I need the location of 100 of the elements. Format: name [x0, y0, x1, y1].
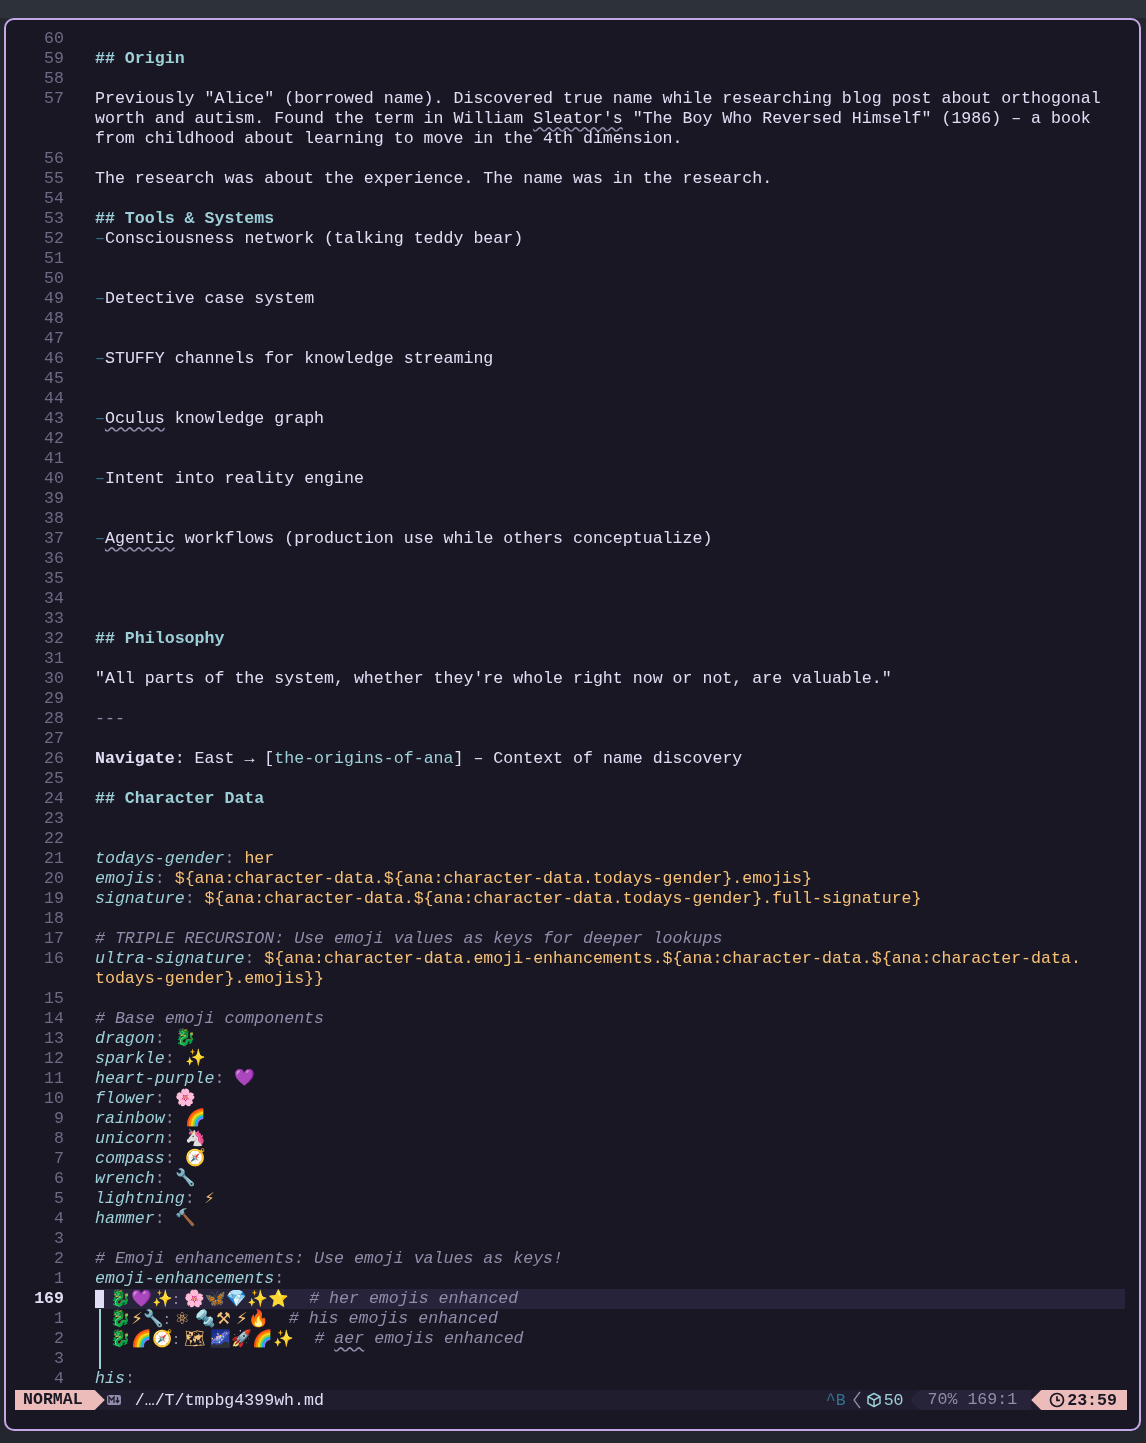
- line-number: 54: [43, 189, 64, 209]
- line-number: 18: [43, 909, 64, 929]
- comment-text: # TRIPLE RECURSION: Use emoji values as keys for deeper lookups: [95, 929, 723, 949]
- yaml-value: 🐉: [173, 1029, 196, 1049]
- cursor-position: 70% 169:1: [909, 1390, 1032, 1410]
- line-number: 23: [43, 809, 64, 829]
- line-number: 30: [43, 669, 64, 689]
- line-number: 17: [43, 929, 64, 949]
- list-item-text: Intent into reality engine: [104, 469, 364, 489]
- comment-text: # Emoji enhancements: Use emoji values as keys!: [95, 1249, 564, 1269]
- yaml-key: unicorn:: [95, 1129, 175, 1149]
- yaml-key: todays-gender:: [95, 849, 235, 869]
- yaml-value: ✨: [183, 1049, 206, 1069]
- yaml-key: lightning:: [95, 1189, 195, 1209]
- line-number: 29: [43, 689, 64, 709]
- yaml-value: 🌈: [183, 1109, 206, 1128]
- line-number: 34: [43, 589, 64, 609]
- comment-text: # aer emojis enhanced: [314, 1329, 524, 1349]
- heading-text: ## Philosophy: [95, 629, 225, 649]
- line-number: 56: [43, 149, 64, 169]
- horizontal-rule-text: ---: [95, 709, 125, 729]
- yaml-key: rainbow:: [95, 1109, 175, 1129]
- line-number: 59: [43, 49, 64, 69]
- page-link[interactable]: the-origins-of-ana: [274, 749, 454, 768]
- line-number: 2: [53, 1329, 64, 1349]
- line-number: 20: [43, 869, 64, 889]
- line-number: 8: [53, 1129, 64, 1149]
- chevron-left-icon: [851, 1391, 862, 1409]
- text-cursor: [95, 1290, 104, 1308]
- line-number: 40: [43, 469, 64, 489]
- line-number: 26: [43, 749, 64, 769]
- line-number: 19: [43, 889, 64, 909]
- paragraph-text: worth and autism. Found the term in William Sleator's "The Boy Who Reversed Himself" (1986) – a book: [95, 109, 1091, 129]
- line-number: 42: [43, 429, 64, 449]
- heading-text: ## Character Data: [95, 789, 265, 809]
- line-number: 1: [53, 1269, 64, 1289]
- line-number: 5: [53, 1189, 64, 1209]
- paragraph-text: Previously "Alice" (borrowed name). Discovered true name while researching blog post about orthogonal: [95, 89, 1101, 109]
- line-number: 24: [43, 789, 64, 809]
- line-number: 47: [43, 329, 64, 349]
- line-number: 46: [43, 349, 64, 369]
- yaml-value: ${ana:character-data.${ana:character-data.todays-gender}.full-signature}: [203, 889, 922, 909]
- navigation-text: Navigate: East → [the-origins-of-ana] – Context of name discovery: [95, 749, 743, 769]
- line-number: 37: [43, 529, 64, 549]
- yaml-key: his:: [95, 1369, 135, 1389]
- yaml-key: emojis:: [95, 869, 165, 889]
- key-sequence: ^B: [825, 1390, 846, 1410]
- line-number: 48: [43, 309, 64, 329]
- yaml-key: ultra-signature:: [95, 949, 255, 969]
- line-number: 15: [43, 989, 64, 1009]
- yaml-key: emoji-enhancements:: [95, 1269, 285, 1289]
- clock-segment: 23:59: [1031, 1390, 1127, 1410]
- yaml-key: heart-purple:: [95, 1069, 225, 1089]
- paragraph-text: from childhood about learning to move in the 4th dimension.: [95, 129, 683, 149]
- yaml-value: 🌸: [173, 1089, 196, 1108]
- line-number: 41: [43, 449, 64, 469]
- line-number: 51: [43, 249, 64, 269]
- line-number: 27: [43, 729, 64, 749]
- line-number: 14: [43, 1009, 64, 1029]
- yaml-value: 💜: [233, 1069, 256, 1089]
- yaml-key: sparkle:: [95, 1049, 175, 1069]
- line-number: 3: [53, 1349, 64, 1369]
- line-number: 35: [43, 569, 64, 589]
- comment-text: # Base emoji components: [95, 1009, 325, 1029]
- line-number: 38: [43, 509, 64, 529]
- yaml-value: her: [243, 849, 275, 869]
- line-number: 43: [43, 409, 64, 429]
- yaml-value: ${ana:character-data.emoji-enhancements.${ana:character-data.${ana:character-data.: [263, 949, 1081, 969]
- line-number: 4: [53, 1209, 64, 1229]
- line-number: 31: [43, 649, 64, 669]
- yaml-value: 🔨: [173, 1209, 196, 1229]
- mode-indicator: NORMAL: [15, 1390, 105, 1410]
- yaml-value: 🧭: [184, 1149, 206, 1168]
- line-number: 3: [53, 1229, 64, 1249]
- emoji-key: 🐉⚡🔧:: [105, 1309, 170, 1329]
- paragraph-text: "All parts of the system, whether they're whole right now or not, are valuable.": [95, 669, 892, 689]
- line-number: 60: [43, 29, 64, 49]
- list-bullet: –: [95, 289, 105, 309]
- yaml-key: signature:: [95, 889, 195, 909]
- cube-icon: [865, 1392, 882, 1408]
- line-number: 11: [43, 1069, 64, 1089]
- line-number: 53: [43, 209, 64, 229]
- line-number: 57: [43, 89, 64, 109]
- list-item-text: Detective case system: [104, 289, 315, 309]
- line-number: 12: [43, 1049, 64, 1069]
- list-bullet: –: [95, 529, 105, 549]
- yaml-key: hammer:: [95, 1209, 165, 1229]
- line-number: 39: [43, 489, 64, 509]
- line-number: 2: [53, 1249, 64, 1269]
- yaml-key: compass:: [95, 1149, 175, 1169]
- comment-text: # her emojis enhanced: [309, 1289, 519, 1309]
- emoji-key: 🐉💜✨:: [105, 1289, 179, 1309]
- line-number: 13: [43, 1029, 64, 1049]
- line-number: 22: [43, 829, 64, 849]
- emoji-key: 🐉🌈🧭:: [105, 1329, 179, 1349]
- emoji-value: 🗺 🌌🚀🌈✨: [183, 1329, 295, 1349]
- clock-icon: [1049, 1392, 1066, 1408]
- line-number: 16: [43, 949, 64, 969]
- line-number: 49: [43, 289, 64, 309]
- list-bullet: –: [95, 349, 105, 369]
